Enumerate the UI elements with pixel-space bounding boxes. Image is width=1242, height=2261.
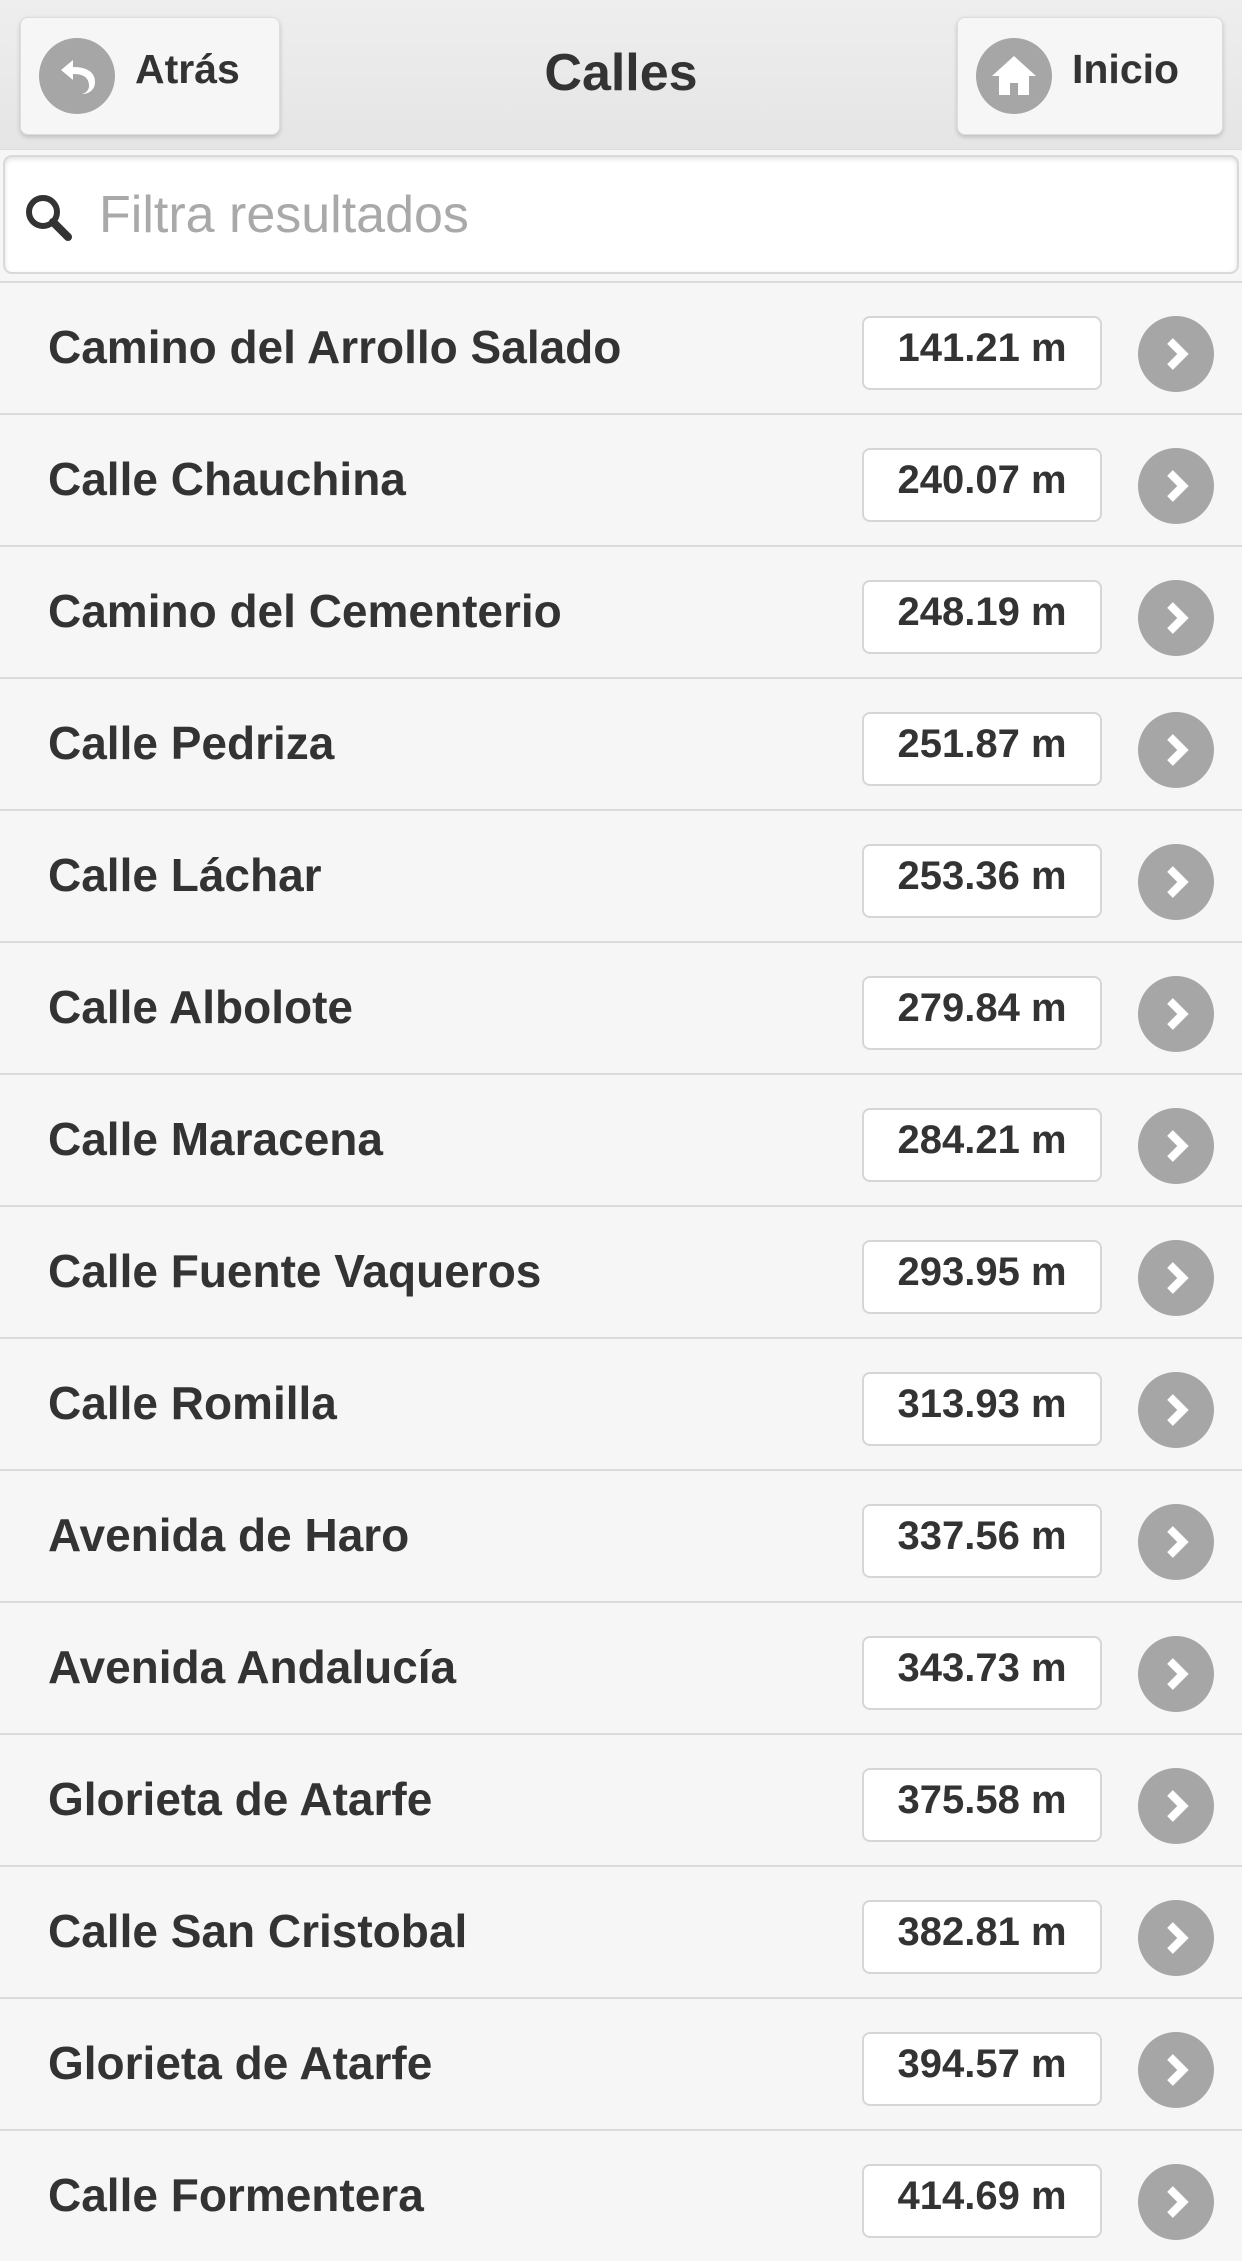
- distance-badge: 284.21 m: [862, 1108, 1102, 1182]
- list-item[interactable]: Calle Romilla 313.93 m: [0, 1337, 1242, 1469]
- chevron-right-icon[interactable]: [1138, 316, 1214, 392]
- back-arrow-icon: [39, 38, 115, 114]
- chevron-right-icon[interactable]: [1138, 2032, 1214, 2108]
- list-item[interactable]: Calle Formentera 414.69 m: [0, 2129, 1242, 2261]
- list-item[interactable]: Calle Láchar 253.36 m: [0, 809, 1242, 941]
- chevron-right-icon[interactable]: [1138, 1108, 1214, 1184]
- chevron-right-icon[interactable]: [1138, 2164, 1214, 2240]
- page-title: Calles: [544, 44, 698, 102]
- chevron-right-icon[interactable]: [1138, 580, 1214, 656]
- street-name: Avenida de Haro: [48, 1509, 410, 1561]
- chevron-right-icon[interactable]: [1138, 976, 1214, 1052]
- list-item[interactable]: Calle Fuente Vaqueros 293.95 m: [0, 1205, 1242, 1337]
- list-item[interactable]: Calle Maracena 284.21 m: [0, 1073, 1242, 1205]
- street-name: Glorieta de Atarfe: [48, 2037, 433, 2089]
- street-name: Calle Fuente Vaqueros: [48, 1245, 542, 1297]
- home-button[interactable]: Inicio: [957, 17, 1223, 135]
- list-item[interactable]: Glorieta de Atarfe 375.58 m: [0, 1733, 1242, 1865]
- distance-badge: 240.07 m: [862, 448, 1102, 522]
- chevron-right-icon[interactable]: [1138, 1636, 1214, 1712]
- chevron-right-icon[interactable]: [1138, 1240, 1214, 1316]
- distance-badge: 343.73 m: [862, 1636, 1102, 1710]
- search-input[interactable]: [99, 171, 1219, 259]
- header-bar: Atrás Calles Inicio: [0, 0, 1242, 150]
- search-bar: [3, 155, 1239, 274]
- chevron-right-icon[interactable]: [1138, 1372, 1214, 1448]
- street-name: Glorieta de Atarfe: [48, 1773, 433, 1825]
- street-name: Calle Láchar: [48, 849, 322, 901]
- list-item[interactable]: Camino del Cementerio 248.19 m: [0, 545, 1242, 677]
- list-item[interactable]: Avenida Andalucía 343.73 m: [0, 1601, 1242, 1733]
- distance-badge: 141.21 m: [862, 316, 1102, 390]
- street-name: Calle Maracena: [48, 1113, 383, 1165]
- list-item[interactable]: Calle Pedriza 251.87 m: [0, 677, 1242, 809]
- chevron-right-icon[interactable]: [1138, 448, 1214, 524]
- list-item[interactable]: Calle Chauchina 240.07 m: [0, 413, 1242, 545]
- back-button[interactable]: Atrás: [20, 17, 280, 135]
- home-icon: [976, 38, 1052, 114]
- list-item[interactable]: Calle Albolote 279.84 m: [0, 941, 1242, 1073]
- distance-badge: 337.56 m: [862, 1504, 1102, 1578]
- street-name: Calle Albolote: [48, 981, 353, 1033]
- chevron-right-icon[interactable]: [1138, 712, 1214, 788]
- distance-badge: 313.93 m: [862, 1372, 1102, 1446]
- street-name: Calle Romilla: [48, 1377, 337, 1429]
- back-button-label: Atrás: [135, 45, 240, 92]
- street-list: Camino del Arrollo Salado 141.21 m Calle…: [0, 281, 1242, 2261]
- distance-badge: 293.95 m: [862, 1240, 1102, 1314]
- search-icon: [21, 190, 75, 244]
- distance-badge: 414.69 m: [862, 2164, 1102, 2238]
- chevron-right-icon[interactable]: [1138, 844, 1214, 920]
- chevron-right-icon[interactable]: [1138, 1900, 1214, 1976]
- street-name: Camino del Arrollo Salado: [48, 321, 622, 373]
- distance-badge: 251.87 m: [862, 712, 1102, 786]
- list-item[interactable]: Glorieta de Atarfe 394.57 m: [0, 1997, 1242, 2129]
- distance-badge: 375.58 m: [862, 1768, 1102, 1842]
- street-name: Calle Chauchina: [48, 453, 406, 505]
- chevron-right-icon[interactable]: [1138, 1768, 1214, 1844]
- distance-badge: 394.57 m: [862, 2032, 1102, 2106]
- street-name: Camino del Cementerio: [48, 585, 562, 637]
- street-name: Avenida Andalucía: [48, 1641, 457, 1693]
- distance-badge: 253.36 m: [862, 844, 1102, 918]
- street-name: Calle Formentera: [48, 2169, 424, 2221]
- list-item[interactable]: Calle San Cristobal 382.81 m: [0, 1865, 1242, 1997]
- street-name: Calle San Cristobal: [48, 1905, 468, 1957]
- distance-badge: 382.81 m: [862, 1900, 1102, 1974]
- chevron-right-icon[interactable]: [1138, 1504, 1214, 1580]
- street-name: Calle Pedriza: [48, 717, 335, 769]
- distance-badge: 248.19 m: [862, 580, 1102, 654]
- list-item[interactable]: Camino del Arrollo Salado 141.21 m: [0, 281, 1242, 413]
- list-item[interactable]: Avenida de Haro 337.56 m: [0, 1469, 1242, 1601]
- distance-badge: 279.84 m: [862, 976, 1102, 1050]
- home-button-label: Inicio: [1072, 45, 1180, 92]
